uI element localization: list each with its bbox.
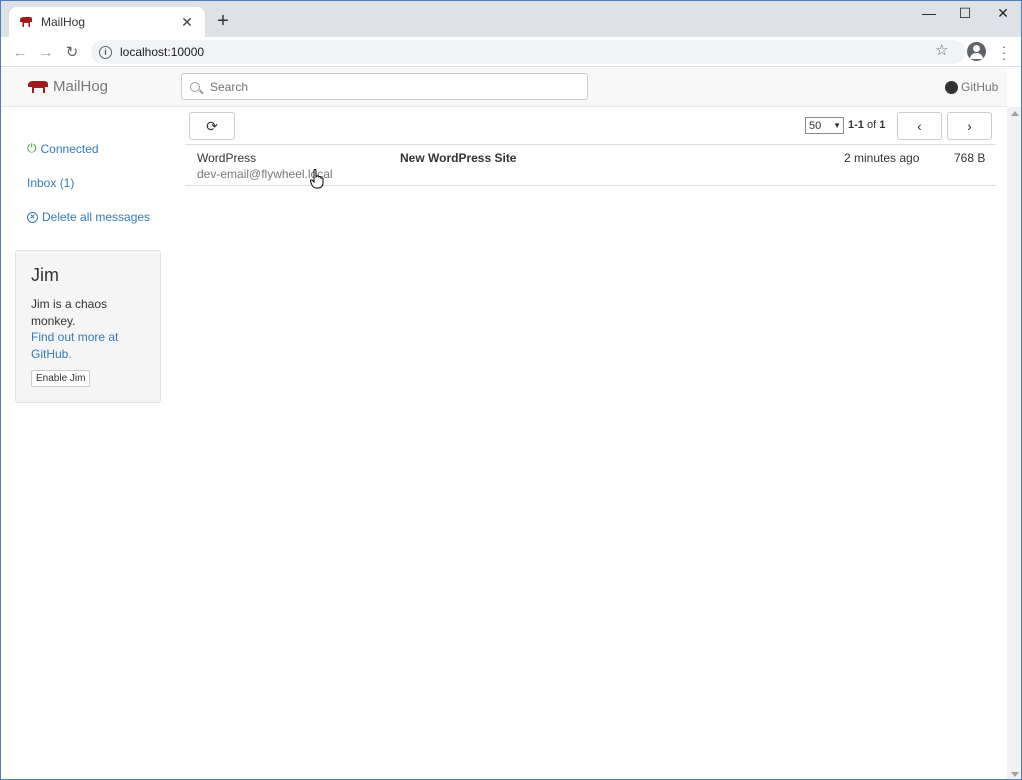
tab-title: MailHog <box>41 15 86 29</box>
new-tab-button[interactable]: + <box>213 11 233 31</box>
vertical-scrollbar[interactable] <box>1007 107 1021 779</box>
jim-description: Jim is a chaos monkey. <box>31 297 108 328</box>
pagination-info: 1-1 of 1 <box>848 119 885 131</box>
message-row[interactable]: WordPress dev-email@flywheel.local New W… <box>185 145 996 186</box>
more-vert-icon[interactable]: · · · <box>998 39 1010 65</box>
scroll-down-icon[interactable] <box>1011 772 1019 777</box>
search-icon <box>190 81 200 92</box>
search-input[interactable] <box>208 78 568 95</box>
refresh-button[interactable]: ⟳ <box>189 112 235 140</box>
app-navbar: MailHog GitHub <box>1 68 1007 107</box>
delete-label: Delete all messages <box>42 210 151 224</box>
pagination-total: 1 <box>879 119 886 131</box>
info-icon[interactable]: i <box>99 45 112 59</box>
per-page-select[interactable]: 50 ▼ <box>805 117 844 134</box>
enable-jim-button[interactable]: Enable Jim <box>31 370 91 387</box>
address-bar[interactable]: i localhost:10000 <box>91 40 965 64</box>
tab-strip: MailHog ✕ + — ☐ ✕ <box>1 1 1021 37</box>
mailhog-app: MailHog GitHub ⏻ Connected Inbox (1) Del… <box>1 68 1021 779</box>
connected-label: Connected <box>40 141 99 156</box>
minimize-button[interactable]: — <box>911 5 947 25</box>
maximize-button[interactable]: ☐ <box>947 5 983 25</box>
tab-close-icon[interactable]: ✕ <box>179 14 195 31</box>
jim-github-link[interactable]: GitHub. <box>31 346 145 363</box>
pig-logo-icon <box>28 80 48 93</box>
brand-link[interactable]: MailHog <box>27 78 108 95</box>
refresh-icon: ⟳ <box>206 117 218 134</box>
url-text: localhost:10000 <box>120 45 205 59</box>
arrow-left-icon: ← <box>12 43 28 61</box>
arrow-right-icon: → <box>38 43 54 61</box>
account-icon[interactable] <box>967 42 986 61</box>
message-time: 2 minutes ago <box>844 151 920 165</box>
inbox-label: Inbox (1) <box>27 176 75 190</box>
reload-icon: ↻ <box>65 44 79 61</box>
message-subject: New WordPress Site <box>400 151 517 165</box>
message-size: 768 B <box>954 151 986 165</box>
brand-name: MailHog <box>53 78 109 95</box>
browser-toolbar: ← → ↻ i localhost:10000 ☆ · · · <box>1 37 1021 67</box>
jim-title: Jim <box>31 265 59 285</box>
delete-all-messages-link[interactable]: Delete all messages <box>27 210 150 224</box>
chevron-down-icon: ▼ <box>833 121 841 130</box>
per-page-value: 50 <box>809 119 822 132</box>
chevron-right-icon: › <box>967 118 972 134</box>
pig-icon <box>20 17 32 27</box>
next-page-button[interactable]: › <box>947 112 992 140</box>
prev-page-button[interactable]: ‹ <box>897 112 942 140</box>
power-icon: ⏻ <box>27 141 37 155</box>
connected-status[interactable]: ⏻ Connected <box>27 141 99 156</box>
message-from: WordPress <box>197 151 257 165</box>
reload-button[interactable]: ↻ <box>61 41 83 63</box>
remove-circle-icon <box>27 211 38 223</box>
chevron-left-icon: ‹ <box>917 118 922 134</box>
pagination-of: of <box>866 119 877 131</box>
scroll-up-icon[interactable] <box>1011 111 1019 116</box>
close-window-button[interactable]: ✕ <box>985 5 1021 25</box>
forward-button[interactable]: → <box>35 41 57 63</box>
pagination-range: 1-1 <box>848 119 864 131</box>
github-icon <box>945 80 958 94</box>
hand-cursor-icon <box>310 169 324 189</box>
back-button[interactable]: ← <box>9 41 31 63</box>
browser-window: MailHog ✕ + — ☐ ✕ ← → ↻ i localhost:1000… <box>0 0 1022 780</box>
jim-find-out-link[interactable]: Find out more at <box>31 329 145 346</box>
github-label: GitHub <box>961 80 999 94</box>
jim-panel: Jim Jim is a chaos monkey. Find out more… <box>15 250 161 403</box>
tab-mailhog[interactable]: MailHog ✕ <box>9 7 205 37</box>
github-link[interactable]: GitHub <box>945 80 998 94</box>
star-icon[interactable]: ☆ <box>935 41 948 59</box>
sidebar-item-inbox[interactable]: Inbox (1) <box>27 176 74 190</box>
search-box[interactable] <box>181 73 588 100</box>
